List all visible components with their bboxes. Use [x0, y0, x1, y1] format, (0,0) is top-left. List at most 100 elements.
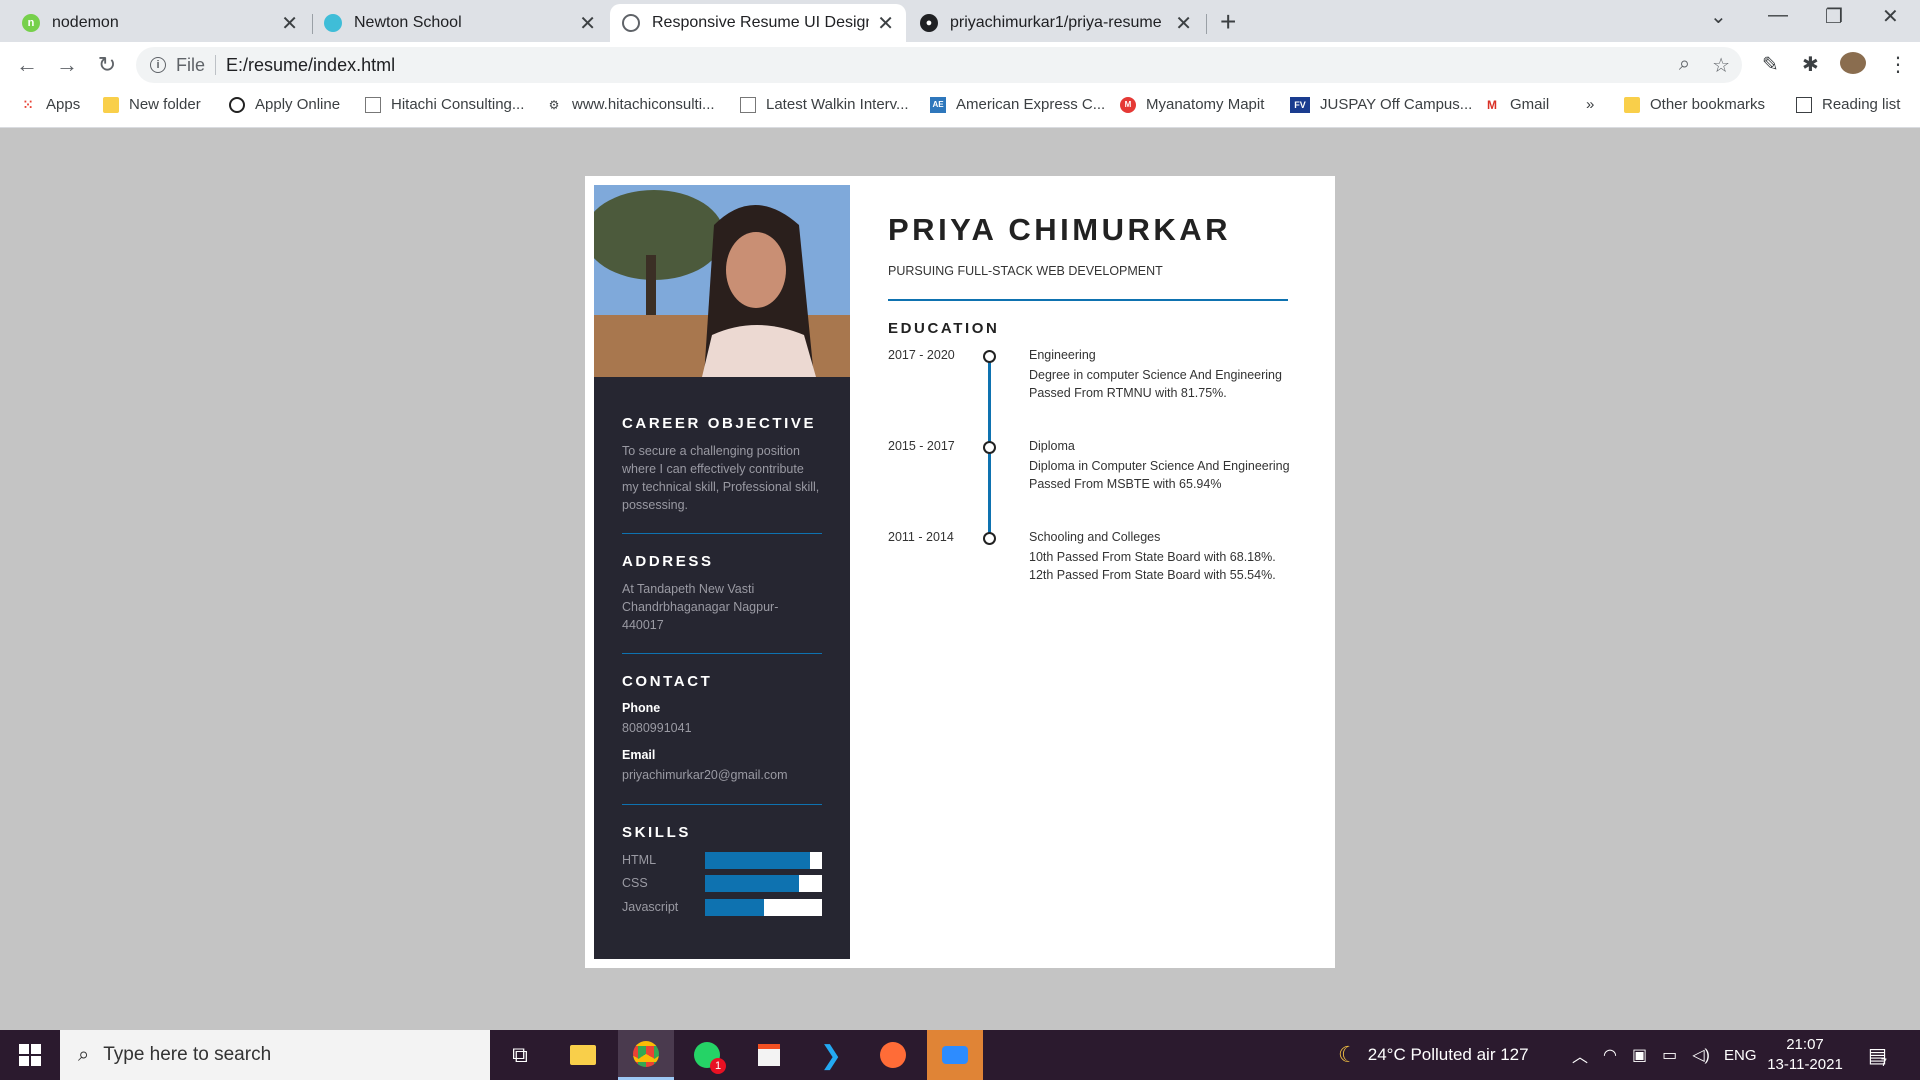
- skill-css: CSS: [622, 875, 822, 893]
- tab-newton-school[interactable]: Newton School ✕: [312, 4, 608, 42]
- restore-icon[interactable]: ❐: [1825, 4, 1843, 29]
- zoom-icon[interactable]: [927, 1030, 983, 1080]
- microsoft-store-icon[interactable]: [741, 1030, 797, 1080]
- vscode-icon[interactable]: ❯: [803, 1030, 859, 1080]
- bookmark-juspay[interactable]: FV JUSPAY Off Campus...: [1290, 96, 1472, 113]
- bookmark-label: American Express C...: [956, 96, 1106, 113]
- bookmarks-bar: ⁙ Apps New folder Apply Online Hitachi C…: [0, 88, 1920, 128]
- tray-chevron-icon[interactable]: ︿: [1572, 1043, 1588, 1067]
- bookmark-label: JUSPAY Off Campus...: [1320, 96, 1473, 113]
- bookmark-new-folder[interactable]: New folder: [103, 96, 201, 113]
- window-close-icon[interactable]: ✕: [1882, 4, 1899, 29]
- bookmark-star-icon[interactable]: ☆: [1712, 53, 1730, 78]
- extensions-icon[interactable]: ✱: [1802, 52, 1819, 77]
- profile-avatar[interactable]: [1840, 52, 1866, 74]
- bookmark-hitachi[interactable]: Hitachi Consulting...: [365, 96, 524, 113]
- task-view-icon[interactable]: ⧉: [492, 1030, 548, 1080]
- address-url[interactable]: E:/resume/index.html: [226, 55, 395, 76]
- volume-icon[interactable]: ◁): [1692, 1045, 1710, 1065]
- education-degree: Engineering: [1029, 348, 1096, 362]
- resume-sidebar: CAREER OBJECTIVE To secure a challenging…: [594, 185, 850, 959]
- fv-icon: FV: [1290, 96, 1310, 113]
- resume-subtitle: PURSUING FULL-STACK WEB DEVELOPMENT: [888, 264, 1163, 278]
- bookmark-amex[interactable]: AE American Express C...: [930, 96, 1105, 113]
- bookmarks-overflow-button[interactable]: »: [1586, 96, 1594, 113]
- close-icon[interactable]: ✕: [281, 11, 298, 36]
- battery-icon[interactable]: ▭: [1662, 1045, 1677, 1065]
- tab-search-icon[interactable]: ⌄: [1710, 4, 1727, 29]
- tab-title: Responsive Resume UI Design in: [652, 14, 870, 31]
- bookmark-label: Apply Online: [255, 96, 341, 113]
- education-degree: Diploma: [1029, 439, 1075, 453]
- phone-label: Phone: [622, 701, 661, 715]
- bookmark-apps[interactable]: ⁙ Apps: [20, 96, 80, 113]
- tab-resume[interactable]: Responsive Resume UI Design in ✕: [610, 4, 906, 42]
- new-tab-button[interactable]: +: [1220, 6, 1236, 38]
- info-icon[interactable]: i: [150, 57, 166, 73]
- action-center-icon[interactable]: ▤ 7: [1868, 1030, 1887, 1080]
- bookmark-walkin[interactable]: Latest Walkin Interv...: [740, 96, 909, 113]
- career-objective-heading: CAREER OBJECTIVE: [622, 415, 817, 432]
- tab-nodemon[interactable]: n nodemon ✕: [10, 4, 310, 42]
- address-text: At Tandapeth New Vasti Chandrbhaganagar …: [622, 582, 779, 632]
- education-years: 2011 - 2014: [888, 530, 954, 544]
- email-label: Email: [622, 748, 656, 762]
- contact-heading: CONTACT: [622, 673, 713, 690]
- close-icon[interactable]: ✕: [1175, 11, 1192, 36]
- whatsapp-icon[interactable]: 1: [679, 1030, 735, 1080]
- tab-github[interactable]: ● priyachimurkar1/priya-resume ✕: [908, 4, 1204, 42]
- bookmark-hitachiconsulting[interactable]: ⚙ www.hitachiconsulti...: [546, 96, 715, 113]
- language-indicator[interactable]: ENG: [1724, 1030, 1757, 1080]
- tab-separator: [1206, 14, 1207, 34]
- skill-bar: [705, 852, 822, 869]
- weather-widget[interactable]: ☾ 24°C Polluted air 127: [1338, 1030, 1529, 1080]
- education-years: 2015 - 2017: [888, 439, 955, 453]
- gear-icon: ⚙: [548, 97, 560, 112]
- email-value: priyachimurkar20@gmail.com: [622, 768, 788, 782]
- address-actions: ⌕ ☆: [1679, 53, 1730, 78]
- education-heading: EDUCATION: [888, 320, 1000, 337]
- nodemon-icon: n: [22, 14, 40, 32]
- bookmark-other[interactable]: Other bookmarks: [1624, 96, 1765, 113]
- bookmark-label: Hitachi Consulting...: [391, 96, 525, 113]
- address-bar[interactable]: i File E:/resume/index.html ⌕ ☆: [136, 47, 1742, 83]
- minimize-icon[interactable]: —: [1768, 4, 1788, 27]
- reading-list-button[interactable]: Reading list: [1796, 96, 1900, 113]
- bookmark-myanatomy[interactable]: M Myanatomy Mapit: [1120, 96, 1264, 113]
- close-icon[interactable]: ✕: [579, 11, 596, 36]
- skill-bar: [705, 899, 822, 916]
- postman-icon[interactable]: [865, 1030, 921, 1080]
- gmail-icon: M: [1487, 97, 1497, 112]
- education-description: Degree in computer Science And Engineeri…: [1029, 368, 1282, 400]
- taskbar-search-box[interactable]: ⌕ Type here to search: [60, 1030, 490, 1080]
- forward-icon[interactable]: →: [52, 50, 82, 80]
- wifi-icon[interactable]: ◠: [1603, 1045, 1617, 1065]
- timeline-dot: [983, 532, 996, 545]
- bookmark-gmail[interactable]: M Gmail: [1484, 96, 1549, 113]
- skill-bar: [705, 875, 822, 892]
- taskbar-search-placeholder: Type here to search: [103, 1044, 272, 1065]
- meet-now-icon[interactable]: ▣: [1632, 1045, 1647, 1065]
- reload-icon[interactable]: ↻: [92, 50, 122, 80]
- menu-kebab-icon[interactable]: ⋮: [1888, 52, 1908, 77]
- windows-start-button[interactable]: [0, 1030, 60, 1080]
- profile-photo: [594, 185, 850, 377]
- chrome-icon[interactable]: [618, 1030, 674, 1080]
- bookmark-label: Apps: [46, 96, 81, 113]
- header-divider: [888, 299, 1288, 301]
- file-explorer-icon[interactable]: [555, 1030, 611, 1080]
- system-tray: ︿ ◠ ▣ ▭ ◁): [1572, 1030, 1710, 1080]
- apps-grid-icon: ⁙: [22, 97, 34, 112]
- bookmark-label: Myanatomy Mapit: [1146, 96, 1265, 113]
- education-degree: Schooling and Colleges: [1029, 530, 1161, 544]
- amex-icon: AE: [930, 96, 946, 113]
- close-icon[interactable]: ✕: [877, 11, 894, 36]
- reading-list-icon: [1796, 96, 1812, 113]
- back-icon[interactable]: ←: [12, 50, 42, 80]
- taskbar-clock[interactable]: 21:07 13-11-2021: [1760, 1035, 1850, 1075]
- bookmark-apply-online[interactable]: Apply Online: [229, 96, 340, 113]
- bookmark-label: Gmail: [1510, 96, 1550, 113]
- zoom-icon[interactable]: ⌕: [1679, 53, 1690, 78]
- resume-card: CAREER OBJECTIVE To secure a challenging…: [585, 176, 1335, 968]
- eyedropper-extension-icon[interactable]: ✎: [1762, 52, 1779, 77]
